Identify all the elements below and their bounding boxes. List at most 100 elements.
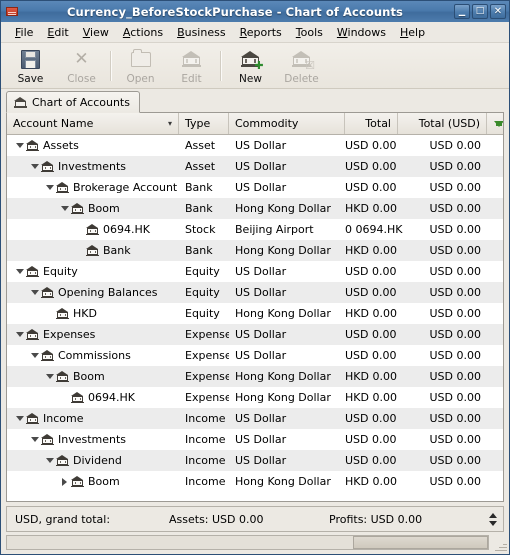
title-bar[interactable]: Currency_BeforeStockPurchase - Chart of … (1, 1, 509, 22)
expander-collapse-icon[interactable] (13, 332, 26, 337)
column-header-type[interactable]: Type (179, 113, 229, 134)
menu-windows[interactable]: Windows (330, 24, 393, 41)
menu-bar: File Edit View Actions Business Reports … (1, 22, 509, 43)
account-bank-icon (56, 182, 69, 193)
cell-commodity: US Dollar (235, 265, 287, 278)
cell-type: Stock (185, 223, 216, 236)
delete-badge-icon: ☒ (305, 59, 315, 72)
expander-collapse-icon[interactable] (28, 353, 41, 358)
plus-badge-icon: ✚ (254, 59, 264, 72)
profits-total: Profits: USD 0.00 (329, 512, 423, 526)
expander-collapse-icon[interactable] (13, 416, 26, 421)
cell-total: USD 0.00 (345, 412, 397, 425)
account-bank-icon (71, 203, 84, 214)
expander-collapse-icon[interactable] (28, 290, 41, 295)
window-title: Currency_BeforeStockPurchase - Chart of … (67, 4, 403, 19)
save-button[interactable]: Save (5, 44, 56, 87)
table-row[interactable]: Dividend Income US Dollar USD 0.00 USD 0.00 (7, 450, 503, 471)
cell-commodity: Hong Kong Dollar (235, 370, 331, 383)
scrollbar-thumb[interactable] (353, 536, 488, 549)
cell-commodity: Hong Kong Dollar (235, 202, 331, 215)
table-row[interactable]: 0694.HK Expense Hong Kong Dollar HKD 0.00 US… (7, 387, 503, 408)
account-bank-icon (56, 308, 69, 319)
cell-total: USD 0.00 (345, 349, 397, 362)
cell-total: USD 0.00 (345, 433, 397, 446)
status-bar (1, 532, 509, 554)
expander-expand-icon[interactable] (58, 477, 71, 486)
table-row[interactable]: Boom Expense Hong Kong Dollar HKD 0.00 USD 0… (7, 366, 503, 387)
cell-account-name: Assets (7, 139, 179, 152)
table-row[interactable]: Commissions Expense US Dollar USD 0.00 USD 0… (7, 345, 503, 366)
table-row[interactable]: Brokerage Account Bank US Dollar USD 0.00 US… (7, 177, 503, 198)
tab-chart-of-accounts[interactable]: Chart of Accounts (6, 91, 140, 113)
expander-collapse-icon[interactable] (43, 458, 56, 463)
table-row[interactable]: Boom Income Hong Kong Dollar HKD 0.00 USD 0.… (7, 471, 503, 492)
menu-tools[interactable]: Tools (289, 24, 330, 41)
table-row[interactable]: Investments Income US Dollar USD 0.00 USD 0.… (7, 429, 503, 450)
table-row[interactable]: Opening Balances Equity US Dollar USD 0.00 U… (7, 282, 503, 303)
account-bank-icon (41, 350, 54, 361)
table-row[interactable]: 0694.HK Stock Beijing Airport 0 0694.HK USD … (7, 219, 503, 240)
toolbar-separator (110, 50, 112, 81)
cell-account-name: Expenses (7, 328, 179, 341)
expander-collapse-icon[interactable] (58, 206, 71, 211)
cell-account-name: Boom (7, 475, 179, 488)
cell-type: Income (185, 412, 226, 425)
table-row[interactable]: Income Income US Dollar USD 0.00 USD 0.00 (7, 408, 503, 429)
table-row[interactable]: Boom Bank Hong Kong Dollar HKD 0.00 USD 0.00 (7, 198, 503, 219)
tab-strip: Chart of Accounts (1, 89, 509, 113)
cell-type: Equity (185, 307, 220, 320)
cell-commodity: US Dollar (235, 181, 287, 194)
table-row[interactable]: Assets Asset US Dollar USD 0.00 USD 0.00 (7, 135, 503, 156)
menu-help[interactable]: Help (393, 24, 432, 41)
cell-total-usd: USD 0.00 (429, 454, 482, 467)
resize-grip[interactable] (493, 539, 507, 553)
column-options-button[interactable] (487, 113, 503, 134)
column-header-account-name[interactable]: Account Name ▾ (7, 113, 179, 134)
expander-collapse-icon[interactable] (43, 374, 56, 379)
menu-reports[interactable]: Reports (233, 24, 289, 41)
summary-spinner-button[interactable] (487, 511, 498, 527)
table-row[interactable]: Equity Equity US Dollar USD 0.00 USD 0.00 (7, 261, 503, 282)
menu-actions[interactable]: Actions (116, 24, 170, 41)
cell-type: Asset (185, 139, 216, 152)
accounts-rows: Assets Asset US Dollar USD 0.00 USD 0.00 Inve… (7, 135, 503, 501)
expander-collapse-icon[interactable] (28, 164, 41, 169)
cell-commodity: Hong Kong Dollar (235, 475, 331, 488)
menu-file[interactable]: File (8, 24, 40, 41)
cell-total-usd: USD 0.00 (429, 265, 482, 278)
maximize-button[interactable]: □ (472, 4, 488, 19)
table-row[interactable]: Investments Asset US Dollar USD 0.00 USD 0.0… (7, 156, 503, 177)
menu-edit[interactable]: Edit (40, 24, 75, 41)
table-row[interactable]: HKD Equity Hong Kong Dollar HKD 0.00 USD 0.0… (7, 303, 503, 324)
column-header-total-usd[interactable]: Total (USD) (398, 113, 487, 134)
column-header-total[interactable]: Total (345, 113, 398, 134)
new-account-button[interactable]: ✚ New (225, 44, 276, 87)
menu-business[interactable]: Business (170, 24, 233, 41)
account-name-label: Investments (58, 433, 127, 446)
table-row[interactable]: Expenses Expense US Dollar USD 0.00 USD 0.00 (7, 324, 503, 345)
expander-collapse-icon[interactable] (13, 269, 26, 274)
expander-collapse-icon[interactable] (28, 437, 41, 442)
cell-commodity: US Dollar (235, 349, 287, 362)
expander-collapse-icon[interactable] (43, 185, 56, 190)
close-button[interactable]: ✕ (490, 4, 506, 19)
cell-commodity: Beijing Airport (235, 223, 314, 236)
cell-total: USD 0.00 (345, 286, 397, 299)
horizontal-scrollbar[interactable] (6, 535, 489, 550)
cell-total-usd: USD 0.00 (429, 202, 482, 215)
column-header-commodity[interactable]: Commodity (229, 113, 345, 134)
menu-view[interactable]: View (76, 24, 116, 41)
minimize-button[interactable]: _ (454, 3, 470, 19)
open-account-button: Open (115, 44, 166, 87)
table-row[interactable]: Bank Bank Hong Kong Dollar HKD 0.00 USD 0.00 (7, 240, 503, 261)
account-name-label: 0694.HK (103, 223, 150, 236)
expander-collapse-icon[interactable] (13, 143, 26, 148)
cell-commodity: US Dollar (235, 139, 287, 152)
cell-total: USD 0.00 (345, 160, 397, 173)
cell-total-usd: USD 0.00 (429, 223, 482, 236)
cell-commodity: Hong Kong Dollar (235, 244, 331, 257)
cell-total: USD 0.00 (345, 265, 397, 278)
cell-total: USD 0.00 (345, 181, 397, 194)
cell-type: Expense (185, 349, 229, 362)
